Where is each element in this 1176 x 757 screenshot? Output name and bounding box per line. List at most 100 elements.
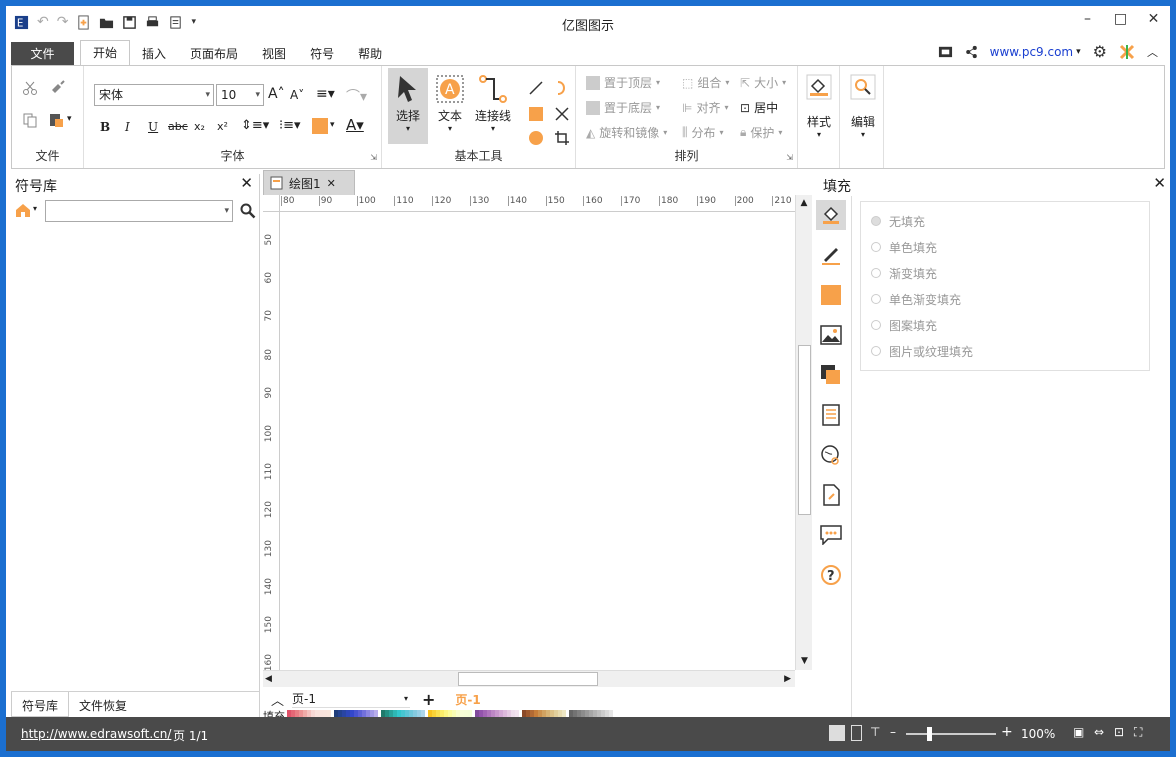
font-dialog-launcher-icon[interactable]: ⇲ xyxy=(370,153,377,162)
tab-help[interactable]: 帮助 xyxy=(346,42,394,66)
fit-page-icon[interactable]: ▣ xyxy=(1073,725,1084,739)
close-library-icon[interactable]: ✕ xyxy=(240,174,253,192)
minimize-button[interactable]: – xyxy=(1071,6,1104,32)
fit-width-icon[interactable]: ⇔ xyxy=(1094,725,1104,739)
site-link-dropdown-icon[interactable]: ▾ xyxy=(1076,47,1081,57)
format-painter-icon[interactable] xyxy=(50,80,66,96)
normal-view-icon[interactable] xyxy=(829,725,845,741)
fill-option-solid[interactable]: 单色填充 xyxy=(871,234,1139,260)
share-icon[interactable] xyxy=(965,45,978,59)
page-view-icon[interactable] xyxy=(851,725,862,741)
add-page-icon[interactable]: + xyxy=(422,690,435,709)
page-properties-button[interactable] xyxy=(816,400,846,430)
grow-font-icon[interactable]: A˄ xyxy=(268,86,285,102)
strikethrough-icon[interactable]: abc xyxy=(168,120,188,133)
horizontal-scroll-thumb[interactable] xyxy=(458,672,598,686)
shrink-font-icon[interactable]: A˅ xyxy=(290,88,304,102)
image-button[interactable] xyxy=(816,320,846,350)
presentation-icon[interactable]: ⊤ xyxy=(870,725,880,739)
page-tab[interactable]: 页-1 xyxy=(455,691,480,708)
settings-gear-icon[interactable]: ⚙ xyxy=(1093,42,1107,61)
comment-button[interactable] xyxy=(816,520,846,550)
scroll-down-icon[interactable]: ▼ xyxy=(796,653,813,670)
fullscreen-icon[interactable]: ⛶ xyxy=(1134,725,1142,740)
protect-button[interactable]: 🔒︎ 保护 ▾ xyxy=(740,124,782,141)
text-tool-button[interactable]: A 文本 ▾ xyxy=(430,68,470,144)
scroll-up-icon[interactable]: ▲ xyxy=(796,195,812,212)
zoom-out-icon[interactable]: – xyxy=(890,725,896,739)
align-button[interactable]: ⊫ 对齐 ▾ xyxy=(682,99,728,116)
font-size-select[interactable]: 10 xyxy=(216,84,264,106)
bring-to-front-button[interactable]: 置于顶层 ▾ xyxy=(586,74,660,91)
group-button[interactable]: ⬚ 组合 ▾ xyxy=(682,74,729,91)
hyperlink-button[interactable] xyxy=(816,440,846,470)
bullets-icon[interactable]: ⁝≡▾ xyxy=(279,118,301,133)
edit-button[interactable]: 编辑 ▾ xyxy=(844,74,882,139)
horizontal-scrollbar[interactable]: ◀ ▶ xyxy=(263,670,795,687)
font-name-select[interactable]: 宋体 xyxy=(94,84,214,106)
tab-page-layout[interactable]: 页面布局 xyxy=(178,42,250,66)
distribute-button[interactable]: ⫼ 分布 ▾ xyxy=(682,124,724,141)
help-button[interactable]: ? xyxy=(816,560,846,590)
zoom-slider-thumb[interactable] xyxy=(926,727,932,741)
fill-option-none[interactable]: 无填充 xyxy=(871,208,1139,234)
send-to-back-button[interactable]: 置于底层 ▾ xyxy=(586,99,660,116)
fill-tool-button[interactable] xyxy=(816,200,846,230)
home-dropdown-icon[interactable]: ▾ xyxy=(33,204,37,213)
line-style-button[interactable] xyxy=(816,240,846,270)
site-link[interactable]: www.pc9.com xyxy=(990,45,1073,59)
scroll-right-icon[interactable]: ▶ xyxy=(784,671,791,688)
paragraph-spacing-icon[interactable]: ⇕≡▾ xyxy=(241,118,269,133)
fill-option-mono-gradient[interactable]: 单色渐变填充 xyxy=(871,286,1139,312)
rectangle-tool-icon[interactable] xyxy=(528,106,544,122)
home-icon[interactable] xyxy=(15,202,31,218)
connector-tool-button[interactable]: 连接线 ▾ xyxy=(470,68,516,144)
select-tool-button[interactable]: 选择 ▾ xyxy=(388,68,428,144)
page-nav-up-icon[interactable]: ︿ xyxy=(271,690,284,709)
text-highlight-icon[interactable] xyxy=(312,118,328,134)
website-link[interactable]: http://www.edrawsoft.cn/ xyxy=(21,727,171,741)
cut-icon[interactable] xyxy=(22,80,38,96)
arrange-dialog-launcher-icon[interactable]: ⇲ xyxy=(786,153,793,162)
tab-file[interactable]: 文件 xyxy=(11,42,74,66)
ellipse-tool-icon[interactable] xyxy=(528,130,544,146)
close-document-icon[interactable]: ✕ xyxy=(327,177,336,190)
arc-tool-icon[interactable] xyxy=(554,80,570,96)
shadow-button[interactable] xyxy=(816,280,846,310)
bold-icon[interactable]: B xyxy=(100,120,110,134)
fill-option-gradient[interactable]: 渐变填充 xyxy=(871,260,1139,286)
vertical-scroll-thumb[interactable] xyxy=(798,345,811,515)
window-switch-icon[interactable] xyxy=(938,44,953,59)
document-tab[interactable]: 绘图1 ✕ xyxy=(263,170,355,195)
font-color-icon[interactable]: A▾ xyxy=(346,116,364,134)
drawing-canvas[interactable] xyxy=(280,212,795,670)
collapse-ribbon-icon[interactable]: ︿ xyxy=(1147,44,1158,60)
close-fill-panel-icon[interactable]: ✕ xyxy=(1153,174,1166,192)
size-button[interactable]: ⇱ 大小 ▾ xyxy=(740,74,786,91)
layers-button[interactable] xyxy=(816,360,846,390)
italic-icon[interactable]: I xyxy=(125,120,130,134)
page-select[interactable]: 页-1 ▾ xyxy=(292,690,411,708)
subscript-icon[interactable]: x₂ xyxy=(194,120,205,133)
scroll-left-icon[interactable]: ◀ xyxy=(265,671,272,688)
tab-file-recovery[interactable]: 文件恢复 xyxy=(69,692,137,717)
superscript-icon[interactable]: x² xyxy=(217,120,228,133)
copy-icon[interactable] xyxy=(22,112,38,128)
crop-tool-icon[interactable] xyxy=(554,130,570,146)
underline-icon[interactable]: U xyxy=(148,120,158,134)
library-search-input[interactable] xyxy=(45,200,233,222)
line-spacing-icon[interactable]: ≡▾ xyxy=(316,86,335,102)
search-icon[interactable] xyxy=(240,203,256,219)
close-button[interactable]: ✕ xyxy=(1137,6,1170,32)
text-arc-icon[interactable]: ⌒▾ xyxy=(346,86,367,106)
paste-dropdown-icon[interactable]: ▾ xyxy=(67,114,72,124)
zoom-slider[interactable] xyxy=(906,733,996,735)
fill-option-picture[interactable]: 图片或纹理填充 xyxy=(871,338,1139,364)
zoom-in-icon[interactable]: + xyxy=(1001,724,1013,740)
attachment-button[interactable] xyxy=(816,480,846,510)
tab-home[interactable]: 开始 xyxy=(80,40,131,66)
vertical-scrollbar[interactable]: ▲ ▼ xyxy=(795,195,812,670)
edraw-brand-icon[interactable] xyxy=(1119,44,1135,60)
paste-icon[interactable] xyxy=(48,112,64,128)
tab-view[interactable]: 视图 xyxy=(250,42,298,66)
